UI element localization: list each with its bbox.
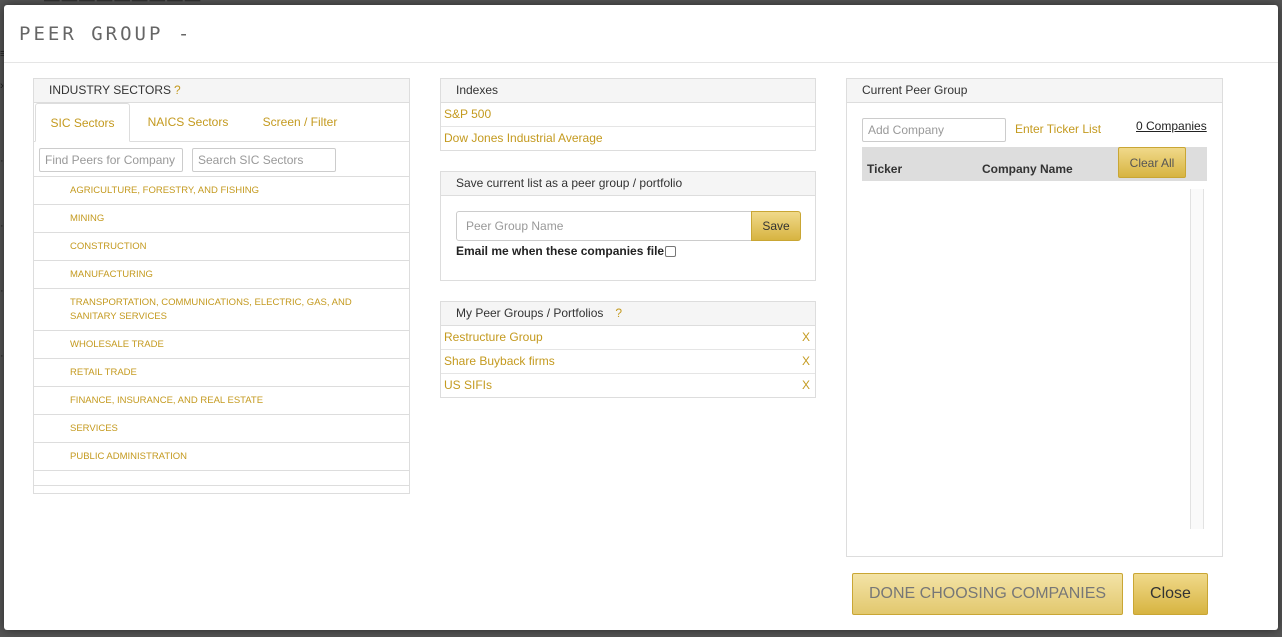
clear-all-button[interactable]: Clear All <box>1118 147 1186 178</box>
peer-table-scrollbar[interactable] <box>1190 189 1204 529</box>
peer-group-item[interactable]: US SIFIs X <box>441 374 815 398</box>
my-groups-help-icon[interactable]: ? <box>615 306 622 320</box>
save-peer-group-panel: Save current list as a peer group / port… <box>440 171 816 281</box>
tab-sic-sectors[interactable]: SIC Sectors <box>35 103 130 142</box>
remove-group-button[interactable]: X <box>802 350 810 373</box>
column-company-name: Company Name <box>982 162 1073 176</box>
indexes-title: Indexes <box>441 79 815 103</box>
sector-item[interactable]: SERVICES <box>34 415 409 443</box>
tab-naics-sectors[interactable]: NAICS Sectors <box>138 103 238 142</box>
remove-group-button[interactable]: X <box>802 326 810 349</box>
peer-group-label[interactable]: Share Buyback firms <box>444 354 555 368</box>
peer-group-item[interactable]: Restructure Group X <box>441 326 815 350</box>
sector-item[interactable]: FINANCE, INSURANCE, AND REAL ESTATE <box>34 387 409 415</box>
sector-item[interactable]: AGRICULTURE, FORESTRY, AND FISHING <box>34 177 409 205</box>
sector-item[interactable]: PUBLIC ADMINISTRATION <box>34 443 409 471</box>
my-peer-groups-header: My Peer Groups / Portfolios? <box>441 302 815 326</box>
industry-sectors-header: INDUSTRY SECTORS? <box>34 79 409 103</box>
column-ticker: Ticker <box>867 162 903 176</box>
peer-group-modal: PEER GROUP - INDUSTRY SECTORS? SIC Secto… <box>4 5 1278 630</box>
remove-group-button[interactable]: X <box>802 374 810 397</box>
my-peer-groups-panel: My Peer Groups / Portfolios? Restructure… <box>440 301 816 398</box>
sector-item[interactable]: MANUFACTURING <box>34 261 409 289</box>
peer-group-label[interactable]: US SIFIs <box>444 378 492 392</box>
sector-tabs: SIC Sectors NAICS Sectors Screen / Filte… <box>34 103 409 142</box>
sector-item[interactable]: MINING <box>34 205 409 233</box>
peer-group-label[interactable]: Restructure Group <box>444 330 543 344</box>
save-button[interactable]: Save <box>751 211 801 241</box>
peer-group-name-input[interactable] <box>456 211 753 241</box>
tab-screen-filter[interactable]: Screen / Filter <box>254 103 346 142</box>
modal-divider <box>4 62 1278 63</box>
add-company-input[interactable] <box>862 118 1006 142</box>
peer-table-body <box>862 181 1207 531</box>
search-sic-input[interactable] <box>192 148 336 172</box>
modal-title: PEER GROUP - <box>19 23 193 45</box>
peer-table-header: Ticker Company Name Clear All <box>862 147 1207 181</box>
my-peer-groups-title: My Peer Groups / Portfolios <box>456 306 604 320</box>
index-link-djia[interactable]: Dow Jones Industrial Average <box>441 127 815 151</box>
industry-sectors-panel: INDUSTRY SECTORS? SIC Sectors NAICS Sect… <box>33 78 410 494</box>
email-notify-checkbox[interactable] <box>665 246 676 257</box>
company-count-link[interactable]: 0 Companies <box>1136 119 1207 133</box>
sector-item[interactable]: CONSTRUCTION <box>34 233 409 261</box>
done-choosing-button[interactable]: DONE CHOOSING COMPANIES <box>852 573 1123 615</box>
close-button[interactable]: Close <box>1133 573 1208 615</box>
indexes-panel: Indexes S&P 500 Dow Jones Industrial Ave… <box>440 78 816 151</box>
find-peers-input[interactable] <box>39 148 183 172</box>
sector-item[interactable]: TRANSPORTATION, COMMUNICATIONS, ELECTRIC… <box>34 289 409 331</box>
peer-group-item[interactable]: Share Buyback firms X <box>441 350 815 374</box>
sector-item[interactable]: RETAIL TRADE <box>34 359 409 387</box>
sector-item[interactable]: WHOLESALE TRADE <box>34 331 409 359</box>
sector-list: AGRICULTURE, FORESTRY, AND FISHING MININ… <box>34 176 409 486</box>
email-notify-label: Email me when these companies file <box>456 244 665 258</box>
current-peer-group-panel: Current Peer Group Enter Ticker List 0 C… <box>846 78 1223 557</box>
industry-help-icon[interactable]: ? <box>174 83 181 97</box>
save-panel-title: Save current list as a peer group / port… <box>441 172 815 196</box>
index-link-sp500[interactable]: S&P 500 <box>441 103 815 127</box>
current-peer-group-title: Current Peer Group <box>847 79 1222 103</box>
enter-ticker-list-link[interactable]: Enter Ticker List <box>1015 122 1101 136</box>
industry-sectors-title: INDUSTRY SECTORS <box>49 83 172 97</box>
